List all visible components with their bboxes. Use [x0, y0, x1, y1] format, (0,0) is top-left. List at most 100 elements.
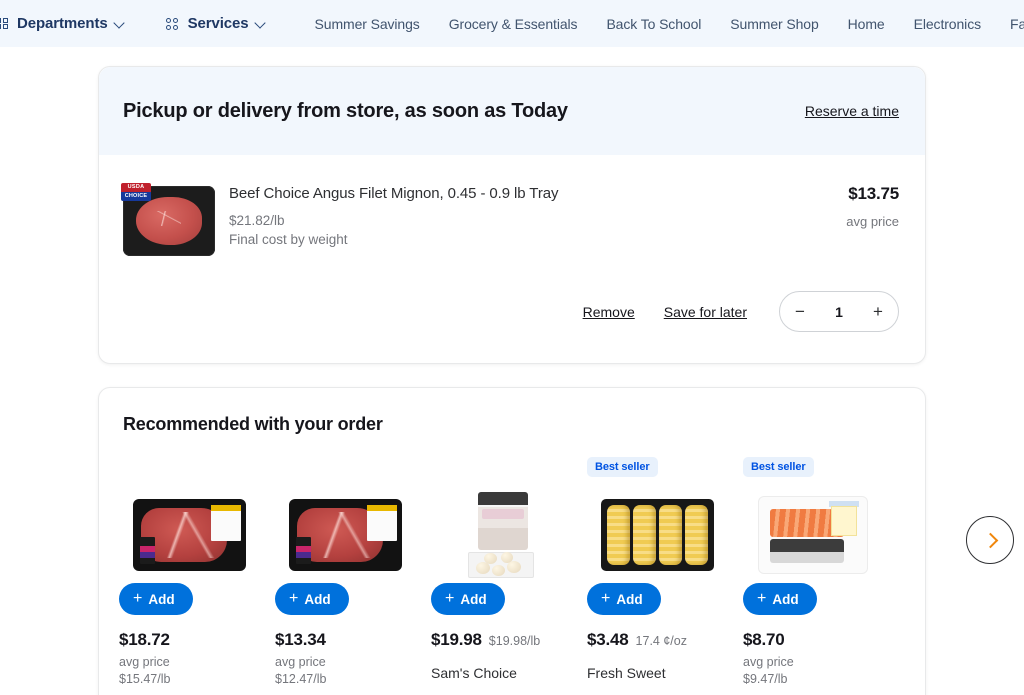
add-row: + Add [739, 583, 887, 615]
product-name [739, 686, 887, 692]
cart-item-price-note: avg price [846, 214, 899, 229]
badge-slot: Best seller [583, 457, 731, 483]
product-price-row: $18.72 [115, 615, 263, 650]
product-price-note: avg price [119, 655, 170, 669]
add-to-cart-button[interactable]: + Add [119, 583, 193, 615]
cart-page: Pickup or delivery from store, as soon a… [0, 66, 1024, 695]
product-price: $19.98 [431, 630, 482, 649]
circles-grid-icon [165, 17, 180, 30]
chevron-right-icon [984, 534, 996, 546]
badge-slot: Best seller [739, 457, 887, 483]
fulfillment-card: Pickup or delivery from store, as soon a… [98, 66, 926, 364]
cart-item-row: USDA CHOICE Beef Choice Angus Filet Mign… [99, 155, 925, 256]
cart-item-thumbnail-wrap: USDA CHOICE [121, 182, 217, 256]
add-to-cart-button[interactable]: + Add [431, 583, 505, 615]
nav-link-summer-shop[interactable]: Summer Shop [730, 16, 818, 32]
corn-tray-image [600, 499, 714, 571]
save-for-later-button[interactable]: Save for later [664, 304, 747, 320]
product-per-lb-price: $15.47/lb [119, 672, 171, 686]
best-seller-badge: Best seller [587, 457, 658, 477]
product-card[interactable]: + Add $13.34 avg price $12.47/lb [263, 457, 419, 692]
nav-link-electronics[interactable]: Electronics [914, 16, 981, 32]
nav-departments-label: Departments [17, 15, 108, 32]
quantity-stepper: − 1 + [779, 291, 899, 332]
nav-link-fashion[interactable]: Fashion [1010, 16, 1024, 32]
cart-item-unit-price: $21.82/lb [229, 212, 285, 228]
grid-icon [0, 17, 9, 30]
add-button-label: Add [772, 591, 799, 607]
product-per-lb-price: $9.47/lb [743, 672, 788, 686]
product-name: Fresh Sweet [587, 665, 666, 681]
product-price-note: avg price [275, 655, 326, 669]
ribeye-steak-image [132, 499, 246, 571]
product-price-note: avg price [743, 655, 794, 669]
fulfillment-title: Pickup or delivery from store, as soon a… [123, 99, 568, 122]
recommended-carousel: + Add $18.72 avg price $15.47/lb + Add $… [99, 435, 925, 692]
quantity-value: 1 [835, 303, 843, 320]
plus-icon: + [757, 590, 767, 607]
add-button-label: Add [460, 591, 487, 607]
add-to-cart-button[interactable]: + Add [743, 583, 817, 615]
cart-item-info: Beef Choice Angus Filet Mignon, 0.45 - 0… [217, 182, 789, 256]
nav-link-summer-savings[interactable]: Summer Savings [315, 16, 420, 32]
usda-choice-badge-icon: USDA CHOICE [121, 183, 151, 201]
product-card[interactable]: + Add $19.98 $19.98/lb Sam's Choice [419, 457, 575, 692]
recommended-card: Recommended with your order + Add $18.72… [98, 387, 926, 695]
product-unit-price: $19.98/lb [488, 634, 541, 648]
nav-link-back-to-school[interactable]: Back To School [606, 16, 701, 32]
cart-item-weight-note: Final cost by weight [229, 231, 348, 247]
usda-badge-line1: USDA [121, 183, 151, 192]
product-image-box [583, 483, 731, 587]
product-name [115, 686, 263, 692]
nav-departments[interactable]: Departments [0, 15, 126, 32]
cart-item-thumbnail[interactable]: USDA CHOICE [121, 183, 215, 256]
add-to-cart-button[interactable]: + Add [587, 583, 661, 615]
badge-slot [427, 457, 575, 483]
product-price: $13.34 [275, 630, 326, 649]
plus-icon: + [133, 590, 143, 607]
product-price: $3.48 [587, 630, 629, 649]
fulfillment-header: Pickup or delivery from store, as soon a… [99, 67, 925, 155]
product-name [271, 686, 419, 692]
product-image-box [115, 483, 263, 587]
add-button-label: Add [616, 591, 643, 607]
add-button-label: Add [148, 591, 175, 607]
add-button-label: Add [304, 591, 331, 607]
add-row: + Add [427, 583, 575, 615]
carousel-next-button[interactable] [966, 516, 1014, 564]
plus-icon: + [601, 590, 611, 607]
plus-icon: + [289, 590, 299, 607]
best-seller-badge: Best seller [743, 457, 814, 477]
product-price-row: $13.34 [271, 615, 419, 650]
add-row: + Add [271, 583, 419, 615]
badge-slot [271, 457, 419, 483]
reserve-a-time-link[interactable]: Reserve a time [805, 103, 899, 119]
product-price: $18.72 [119, 630, 170, 649]
product-image-box [427, 483, 575, 587]
nav-link-home[interactable]: Home [848, 16, 885, 32]
increment-quantity-button[interactable]: + [873, 303, 883, 320]
nav-services[interactable]: Services [165, 15, 267, 32]
product-card[interactable]: Best seller + Add $8.70 avg price $9.47/… [731, 457, 887, 692]
add-to-cart-button[interactable]: + Add [275, 583, 349, 615]
product-image-box [739, 483, 887, 587]
plus-icon: + [445, 590, 455, 607]
cart-item-price: $13.75 [848, 184, 899, 203]
cart-item-actions: Remove Save for later − 1 + [99, 256, 925, 363]
nav-link-grocery-essentials[interactable]: Grocery & Essentials [449, 16, 578, 32]
product-image-box [271, 483, 419, 587]
scallops-bag-image [466, 492, 536, 578]
product-price-row: $8.70 [739, 615, 887, 650]
decrement-quantity-button[interactable]: − [795, 303, 805, 320]
product-card[interactable]: Best seller + Add $3.48 17.4 ¢/oz Fresh … [575, 457, 731, 692]
cart-item-price-block: $13.75 avg price [789, 182, 899, 256]
recommended-title: Recommended with your order [123, 414, 383, 434]
product-card[interactable]: + Add $18.72 avg price $15.47/lb [107, 457, 263, 692]
add-row: + Add [583, 583, 731, 615]
product-price-row: $19.98 $19.98/lb [427, 615, 575, 650]
product-price: $8.70 [743, 630, 785, 649]
add-row: + Add [115, 583, 263, 615]
cart-item-name[interactable]: Beef Choice Angus Filet Mignon, 0.45 - 0… [229, 184, 789, 204]
remove-button[interactable]: Remove [583, 304, 635, 320]
product-price-row: $3.48 17.4 ¢/oz [583, 615, 731, 650]
